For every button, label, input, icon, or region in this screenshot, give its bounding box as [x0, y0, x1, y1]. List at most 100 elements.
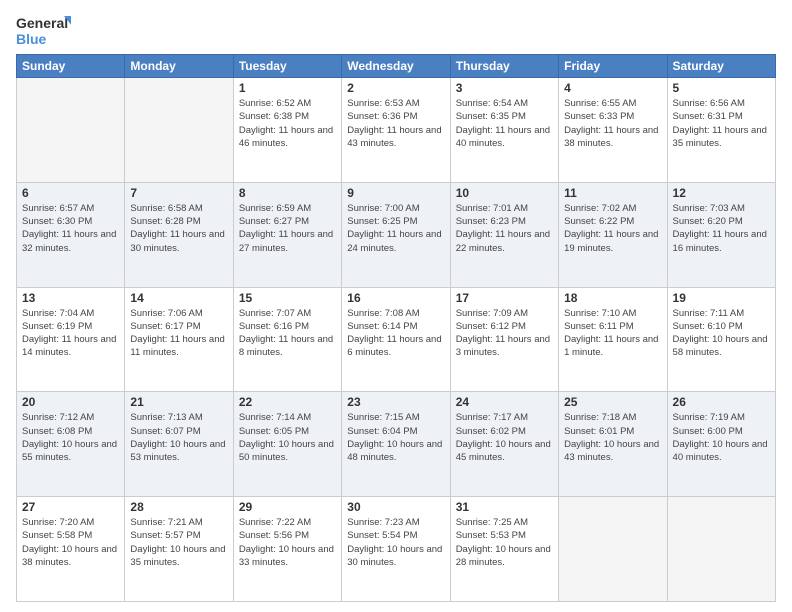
svg-text:General: General [16, 15, 68, 31]
calendar-day-cell: 5 Sunrise: 6:56 AMSunset: 6:31 PMDaylight… [667, 78, 775, 183]
calendar-day-cell: 24 Sunrise: 7:17 AMSunset: 6:02 PMDayligh… [450, 392, 558, 497]
calendar-day-cell: 29Sunrise: 7:22 AMSunset: 5:56 PMDayligh… [233, 497, 341, 602]
day-number: 22 [239, 395, 336, 409]
logo: General Blue [16, 12, 71, 48]
day-info: Sunrise: 7:21 AMSunset: 5:57 PMDaylight:… [130, 516, 227, 569]
day-info: Sunrise: 7:06 AMSunset: 6:17 PMDaylight:… [130, 307, 227, 360]
day-number: 3 [456, 81, 553, 95]
day-info: Sunrise: 7:13 AMSunset: 6:07 PMDaylight:… [130, 411, 227, 464]
calendar-day-cell [17, 78, 125, 183]
day-info: Sunrise: 7:00 AMSunset: 6:25 PMDaylight:… [347, 202, 444, 255]
calendar-day-cell: 26 Sunrise: 7:19 AMSunset: 6:00 PMDayligh… [667, 392, 775, 497]
day-number: 6 [22, 186, 119, 200]
day-number: 12 [673, 186, 770, 200]
day-info: Sunrise: 7:19 AMSunset: 6:00 PMDaylight:… [673, 411, 770, 464]
day-info: Sunrise: 6:57 AMSunset: 6:30 PMDaylight:… [22, 202, 119, 255]
calendar-day-header: Tuesday [233, 55, 341, 78]
day-info: Sunrise: 7:01 AMSunset: 6:23 PMDaylight:… [456, 202, 553, 255]
day-number: 9 [347, 186, 444, 200]
day-info: Sunrise: 6:54 AMSunset: 6:35 PMDaylight:… [456, 97, 553, 150]
calendar-day-cell: 13 Sunrise: 7:04 AMSunset: 6:19 PMDayligh… [17, 287, 125, 392]
calendar-week-row: 27Sunrise: 7:20 AMSunset: 5:58 PMDayligh… [17, 497, 776, 602]
calendar-day-cell: 3 Sunrise: 6:54 AMSunset: 6:35 PMDaylight… [450, 78, 558, 183]
calendar-day-cell [667, 497, 775, 602]
calendar-day-header: Friday [559, 55, 667, 78]
day-number: 8 [239, 186, 336, 200]
day-info: Sunrise: 7:09 AMSunset: 6:12 PMDaylight:… [456, 307, 553, 360]
day-number: 18 [564, 291, 661, 305]
day-number: 13 [22, 291, 119, 305]
calendar-day-cell [559, 497, 667, 602]
day-number: 23 [347, 395, 444, 409]
calendar-day-cell: 19 Sunrise: 7:11 AMSunset: 6:10 PMDayligh… [667, 287, 775, 392]
calendar-day-cell [125, 78, 233, 183]
day-info: Sunrise: 7:18 AMSunset: 6:01 PMDaylight:… [564, 411, 661, 464]
calendar-day-cell: 20Sunrise: 7:12 AMSunset: 6:08 PMDayligh… [17, 392, 125, 497]
day-info: Sunrise: 7:14 AMSunset: 6:05 PMDaylight:… [239, 411, 336, 464]
day-info: Sunrise: 6:59 AMSunset: 6:27 PMDaylight:… [239, 202, 336, 255]
day-number: 26 [673, 395, 770, 409]
day-info: Sunrise: 6:52 AMSunset: 6:38 PMDaylight:… [239, 97, 336, 150]
calendar-day-cell: 17Sunrise: 7:09 AMSunset: 6:12 PMDayligh… [450, 287, 558, 392]
day-info: Sunrise: 7:10 AMSunset: 6:11 PMDaylight:… [564, 307, 661, 360]
day-info: Sunrise: 7:08 AMSunset: 6:14 PMDaylight:… [347, 307, 444, 360]
calendar-day-cell: 16 Sunrise: 7:08 AMSunset: 6:14 PMDayligh… [342, 287, 450, 392]
day-info: Sunrise: 7:15 AMSunset: 6:04 PMDaylight:… [347, 411, 444, 464]
day-number: 30 [347, 500, 444, 514]
day-number: 24 [456, 395, 553, 409]
day-number: 11 [564, 186, 661, 200]
calendar-day-cell: 27Sunrise: 7:20 AMSunset: 5:58 PMDayligh… [17, 497, 125, 602]
calendar-day-cell: 2Sunrise: 6:53 AMSunset: 6:36 PMDaylight… [342, 78, 450, 183]
calendar-day-cell: 1 Sunrise: 6:52 AMSunset: 6:38 PMDaylight… [233, 78, 341, 183]
svg-text:Blue: Blue [16, 31, 47, 47]
calendar-day-cell: 7Sunrise: 6:58 AMSunset: 6:28 PMDaylight… [125, 182, 233, 287]
day-info: Sunrise: 7:04 AMSunset: 6:19 PMDaylight:… [22, 307, 119, 360]
calendar-day-cell: 10 Sunrise: 7:01 AMSunset: 6:23 PMDayligh… [450, 182, 558, 287]
day-info: Sunrise: 7:07 AMSunset: 6:16 PMDaylight:… [239, 307, 336, 360]
calendar-day-cell: 12 Sunrise: 7:03 AMSunset: 6:20 PMDayligh… [667, 182, 775, 287]
calendar-day-cell: 25 Sunrise: 7:18 AMSunset: 6:01 PMDayligh… [559, 392, 667, 497]
page: General Blue SundayMondayTuesdayWednesda… [0, 0, 792, 612]
calendar-day-cell: 4 Sunrise: 6:55 AMSunset: 6:33 PMDaylight… [559, 78, 667, 183]
day-info: Sunrise: 7:20 AMSunset: 5:58 PMDaylight:… [22, 516, 119, 569]
calendar-day-cell: 8 Sunrise: 6:59 AMSunset: 6:27 PMDaylight… [233, 182, 341, 287]
day-number: 31 [456, 500, 553, 514]
day-number: 25 [564, 395, 661, 409]
day-info: Sunrise: 7:02 AMSunset: 6:22 PMDaylight:… [564, 202, 661, 255]
calendar-day-header: Saturday [667, 55, 775, 78]
calendar-week-row: 1 Sunrise: 6:52 AMSunset: 6:38 PMDaylight… [17, 78, 776, 183]
day-info: Sunrise: 7:11 AMSunset: 6:10 PMDaylight:… [673, 307, 770, 360]
day-info: Sunrise: 6:55 AMSunset: 6:33 PMDaylight:… [564, 97, 661, 150]
day-number: 20 [22, 395, 119, 409]
day-number: 29 [239, 500, 336, 514]
header: General Blue [16, 12, 776, 48]
calendar-day-cell: 9 Sunrise: 7:00 AMSunset: 6:25 PMDaylight… [342, 182, 450, 287]
day-number: 15 [239, 291, 336, 305]
calendar-day-cell: 31Sunrise: 7:25 AMSunset: 5:53 PMDayligh… [450, 497, 558, 602]
day-info: Sunrise: 7:03 AMSunset: 6:20 PMDaylight:… [673, 202, 770, 255]
calendar-day-header: Thursday [450, 55, 558, 78]
calendar-day-header: Wednesday [342, 55, 450, 78]
day-number: 16 [347, 291, 444, 305]
day-info: Sunrise: 7:17 AMSunset: 6:02 PMDaylight:… [456, 411, 553, 464]
calendar-day-header: Sunday [17, 55, 125, 78]
calendar-day-cell: 18 Sunrise: 7:10 AMSunset: 6:11 PMDayligh… [559, 287, 667, 392]
calendar-day-cell: 23 Sunrise: 7:15 AMSunset: 6:04 PMDayligh… [342, 392, 450, 497]
day-number: 2 [347, 81, 444, 95]
calendar-day-cell: 22 Sunrise: 7:14 AMSunset: 6:05 PMDayligh… [233, 392, 341, 497]
calendar-day-cell: 30Sunrise: 7:23 AMSunset: 5:54 PMDayligh… [342, 497, 450, 602]
calendar-day-header: Monday [125, 55, 233, 78]
calendar-week-row: 6 Sunrise: 6:57 AMSunset: 6:30 PMDaylight… [17, 182, 776, 287]
calendar-day-cell: 6 Sunrise: 6:57 AMSunset: 6:30 PMDaylight… [17, 182, 125, 287]
calendar-day-cell: 15 Sunrise: 7:07 AMSunset: 6:16 PMDayligh… [233, 287, 341, 392]
calendar-header-row: SundayMondayTuesdayWednesdayThursdayFrid… [17, 55, 776, 78]
day-info: Sunrise: 6:56 AMSunset: 6:31 PMDaylight:… [673, 97, 770, 150]
calendar-day-cell: 28Sunrise: 7:21 AMSunset: 5:57 PMDayligh… [125, 497, 233, 602]
day-number: 4 [564, 81, 661, 95]
day-number: 19 [673, 291, 770, 305]
calendar-day-cell: 11 Sunrise: 7:02 AMSunset: 6:22 PMDayligh… [559, 182, 667, 287]
day-number: 1 [239, 81, 336, 95]
day-number: 21 [130, 395, 227, 409]
day-number: 5 [673, 81, 770, 95]
day-number: 10 [456, 186, 553, 200]
